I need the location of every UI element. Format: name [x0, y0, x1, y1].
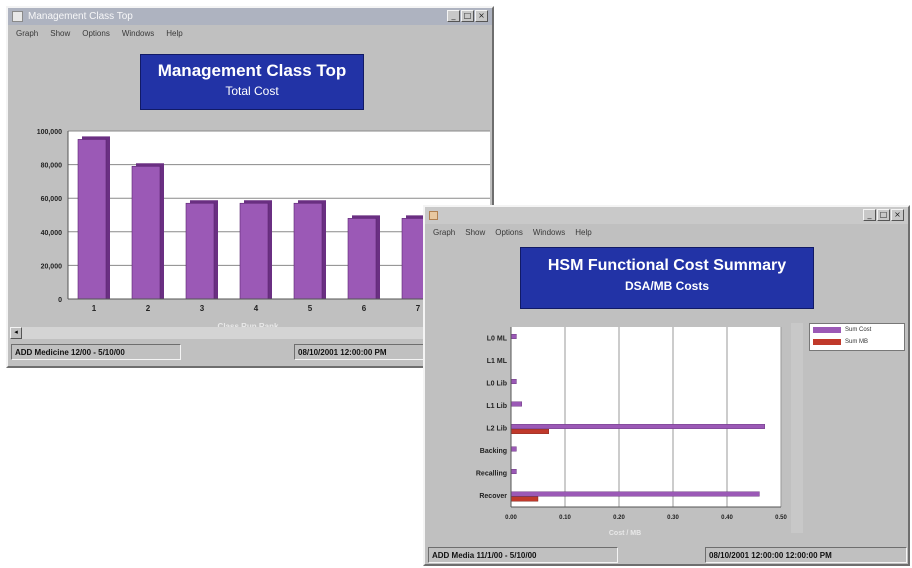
- legend-swatch: [813, 327, 841, 333]
- management-class-window[interactable]: Management Class Top _ □ × Graph Show Op…: [6, 6, 494, 368]
- bar: [293, 202, 323, 300]
- bar: [510, 401, 523, 407]
- menu-graph[interactable]: Graph: [433, 228, 455, 237]
- cost-bar-chart: 020,00040,00060,00080,000100,0001234567C…: [37, 129, 490, 331]
- y-tick-label: 0: [58, 297, 62, 304]
- window-titlebar[interactable]: Management Class Top _ □ ×: [8, 8, 492, 25]
- bar: [131, 165, 161, 300]
- y-tick-label: 40,000: [41, 230, 63, 237]
- legend-label: Sum Cost: [845, 327, 872, 333]
- vertical-scrollbar[interactable]: [791, 323, 803, 533]
- x-tick-label: 5: [308, 304, 313, 313]
- legend-label: Sum MB: [845, 339, 869, 345]
- bar: [510, 469, 517, 474]
- status-date-range: ADD Medicine 12/00 - 5/10/00: [11, 344, 181, 360]
- menu-options[interactable]: Options: [82, 29, 110, 38]
- bar: [185, 202, 215, 300]
- menu-windows[interactable]: Windows: [533, 228, 565, 237]
- plot-area: [511, 327, 781, 507]
- app-icon: [12, 11, 23, 22]
- menu-bar: Graph Show Options Windows Help: [8, 25, 492, 41]
- y-tick-label: L2 Lib: [486, 425, 507, 432]
- close-button[interactable]: ×: [891, 209, 904, 221]
- minimize-button[interactable]: _: [447, 10, 460, 22]
- horizontal-scrollbar[interactable]: ◂: [10, 327, 490, 339]
- x-tick-label: 2: [146, 304, 151, 313]
- menu-help[interactable]: Help: [166, 29, 182, 38]
- bar: [510, 334, 517, 339]
- bar: [510, 424, 766, 429]
- legend-item: Sum Cost: [810, 324, 904, 336]
- menu-show[interactable]: Show: [50, 29, 70, 38]
- y-tick-label: L0 ML: [487, 335, 508, 342]
- menu-show[interactable]: Show: [465, 228, 485, 237]
- window-title: Management Class Top: [28, 11, 133, 22]
- y-tick-label: 100,000: [37, 129, 62, 136]
- chart-title: HSM Functional Cost Summary: [547, 257, 787, 274]
- menu-graph[interactable]: Graph: [16, 29, 38, 38]
- x-tick-label: 0.20: [613, 515, 625, 521]
- x-tick-label: 4: [254, 304, 259, 313]
- y-tick-label: L1 ML: [487, 358, 508, 365]
- bar: [510, 379, 517, 384]
- y-tick-label: 80,000: [41, 163, 63, 170]
- legend-item: Sum MB: [810, 336, 904, 348]
- y-tick-label: Recover: [479, 493, 507, 500]
- bar: [239, 202, 269, 300]
- scroll-left-button[interactable]: ◂: [10, 327, 22, 339]
- x-tick-label: 7: [416, 304, 421, 313]
- close-button[interactable]: ×: [475, 10, 488, 22]
- y-tick-label: 20,000: [41, 263, 63, 270]
- bar: [510, 446, 517, 452]
- status-timestamp: 08/10/2001 12:00:00 12:00:00 PM: [705, 547, 907, 563]
- window-titlebar[interactable]: _ □ ×: [425, 207, 908, 224]
- bar: [510, 429, 549, 434]
- app-icon: [429, 211, 438, 220]
- chart-title-banner: Management Class Top Total Cost: [140, 54, 364, 110]
- x-axis-label: Cost / MB: [609, 530, 641, 537]
- y-tick-label: L0 Lib: [486, 380, 507, 387]
- bar: [347, 218, 377, 300]
- y-tick-label: L1 Lib: [486, 403, 507, 410]
- chart-subtitle: Total Cost: [225, 84, 279, 98]
- status-date-range: ADD Media 11/1/00 - 5/10/00: [428, 547, 618, 563]
- x-tick-label: 0.00: [505, 515, 517, 521]
- bar: [510, 496, 539, 502]
- y-tick-label: Backing: [480, 448, 507, 455]
- maximize-button[interactable]: □: [877, 209, 890, 221]
- menu-options[interactable]: Options: [495, 228, 523, 237]
- hsm-functional-cost-window[interactable]: _ □ × Graph Show Options Windows Help HS…: [423, 205, 910, 566]
- chart-legend: Sum Cost Sum MB: [809, 323, 905, 351]
- minimize-button[interactable]: _: [863, 209, 876, 221]
- legend-swatch: [813, 339, 841, 345]
- menu-help[interactable]: Help: [575, 228, 591, 237]
- bar: [510, 491, 760, 497]
- maximize-button[interactable]: □: [461, 10, 474, 22]
- chart-title-banner: HSM Functional Cost Summary DSA/MB Costs: [520, 247, 814, 309]
- x-tick-label: 3: [200, 304, 205, 313]
- functional-cost-bar-chart: 0.00 0.10 0.20 0.30 0.40 0.50 Recover Recalling…: [476, 327, 787, 537]
- x-tick-label: 0.10: [559, 515, 571, 521]
- menu-windows[interactable]: Windows: [122, 29, 154, 38]
- x-tick-label: 0.30: [667, 515, 679, 521]
- x-tick-label: 1: [92, 304, 97, 313]
- y-tick-label: Recalling: [476, 470, 507, 477]
- x-tick-label: 6: [362, 304, 367, 313]
- chart-title: Management Class Top: [157, 61, 347, 80]
- chart-subtitle: DSA/MB Costs: [624, 279, 709, 293]
- x-tick-label: 0.50: [775, 515, 787, 521]
- y-tick-label: 60,000: [41, 196, 63, 203]
- bar: [77, 139, 107, 300]
- x-tick-label: 0.40: [721, 515, 733, 521]
- menu-bar: Graph Show Options Windows Help: [425, 224, 908, 240]
